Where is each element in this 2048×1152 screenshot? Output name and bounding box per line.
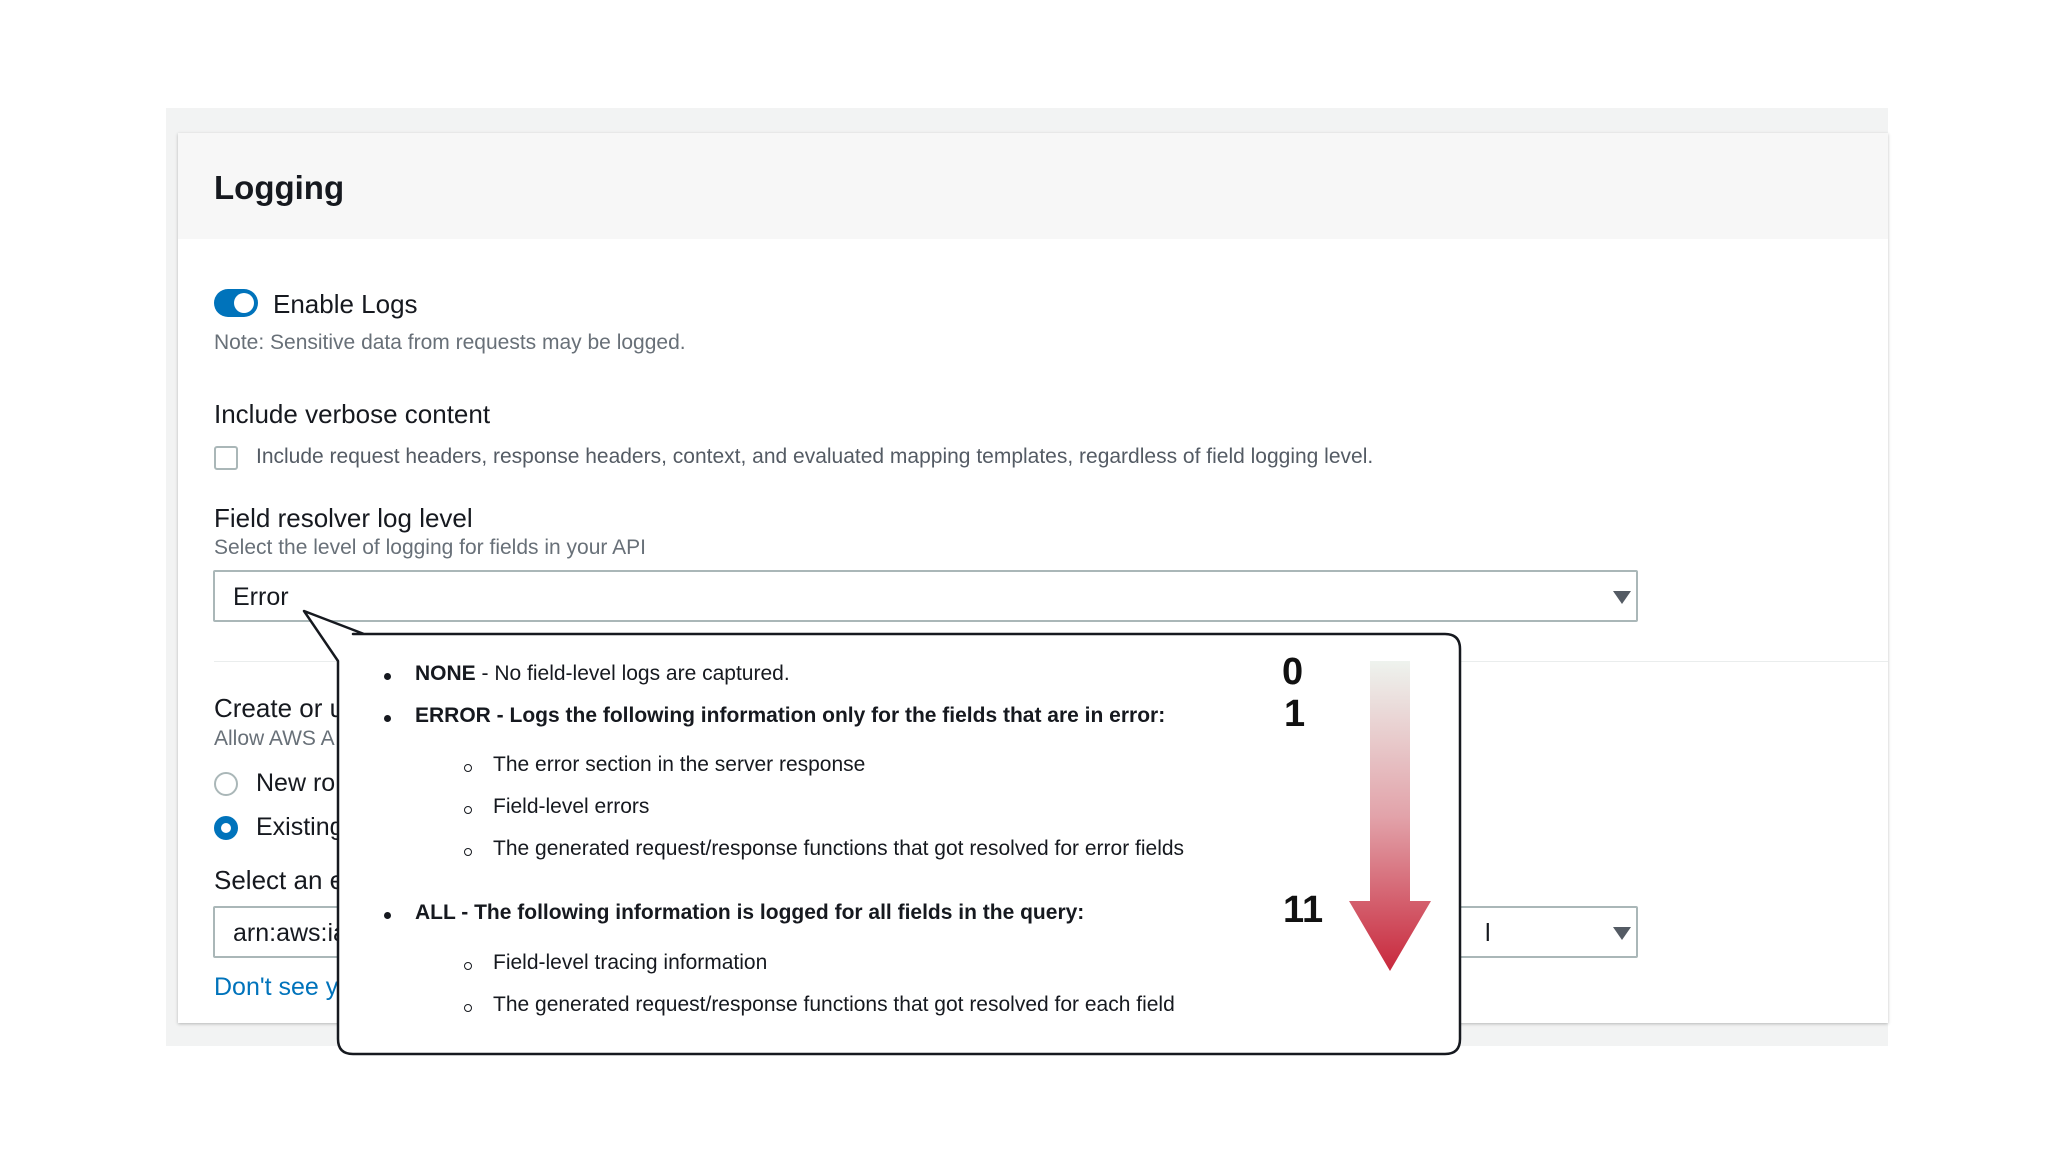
bullet	[384, 673, 391, 680]
level-none-title: NONE	[415, 662, 476, 685]
select-existing-role-label: Select an e	[214, 865, 345, 895]
bullet	[384, 715, 391, 722]
level-none-description: - No field-level logs are captured.	[475, 662, 790, 685]
sub-bullet	[464, 848, 472, 856]
role-section-description: Allow AWS A	[214, 727, 335, 750]
panel-header: Logging	[178, 133, 1888, 239]
new-role-radio[interactable]	[214, 772, 238, 796]
sub-bullet	[464, 1004, 472, 1012]
level-error-title: ERROR - Logs the following information o…	[415, 704, 1166, 727]
field-resolver-label: Field resolver log level	[214, 503, 473, 533]
all-item: Field-level tracing information	[493, 951, 768, 974]
dont-see-role-link[interactable]: Don't see y	[214, 973, 338, 1002]
bullet	[384, 912, 391, 919]
scale-label-bottom: 11	[1283, 889, 1324, 931]
verbose-content-description: Include request headers, response header…	[256, 445, 1374, 468]
existing-role-label: Existing	[256, 813, 344, 841]
field-resolver-description: Select the level of logging for fields i…	[214, 536, 646, 559]
error-item: The generated request/response functions…	[493, 837, 1185, 860]
scale-label-mid: 1	[1284, 693, 1306, 735]
sub-bullet	[464, 806, 472, 814]
field-resolver-value: Error	[233, 583, 289, 611]
sub-bullet	[464, 764, 472, 772]
caret-down-icon	[1613, 591, 1631, 604]
all-item: The generated request/response functions…	[493, 993, 1175, 1016]
error-item: Field-level errors	[493, 795, 650, 818]
role-arn-value-suffix: l	[1485, 919, 1491, 947]
caret-down-icon	[1613, 927, 1631, 940]
scale-label-top: 0	[1282, 651, 1304, 693]
sub-bullet	[464, 962, 472, 970]
enable-logs-toggle[interactable]	[214, 289, 258, 317]
new-role-label: New ro	[256, 769, 336, 797]
toggle-knob	[234, 293, 254, 313]
verbose-content-checkbox[interactable]	[214, 446, 238, 470]
verbose-content-label: Include verbose content	[214, 399, 491, 429]
field-resolver-select[interactable]: Error	[213, 570, 1638, 622]
role-arn-value: arn:aws:ia	[233, 919, 347, 947]
existing-role-radio[interactable]	[214, 816, 238, 840]
level-all-title: ALL - The following information is logge…	[415, 901, 1085, 924]
error-item: The error section in the server response	[493, 753, 866, 776]
panel-title: Logging	[214, 169, 345, 206]
level-none-item: NONE - No field-level logs are captured.	[415, 662, 790, 686]
role-section-label: Create or u	[214, 693, 345, 723]
enable-logs-label: Enable Logs	[273, 289, 418, 319]
sensitive-data-note: Note: Sensitive data from requests may b…	[214, 331, 686, 354]
